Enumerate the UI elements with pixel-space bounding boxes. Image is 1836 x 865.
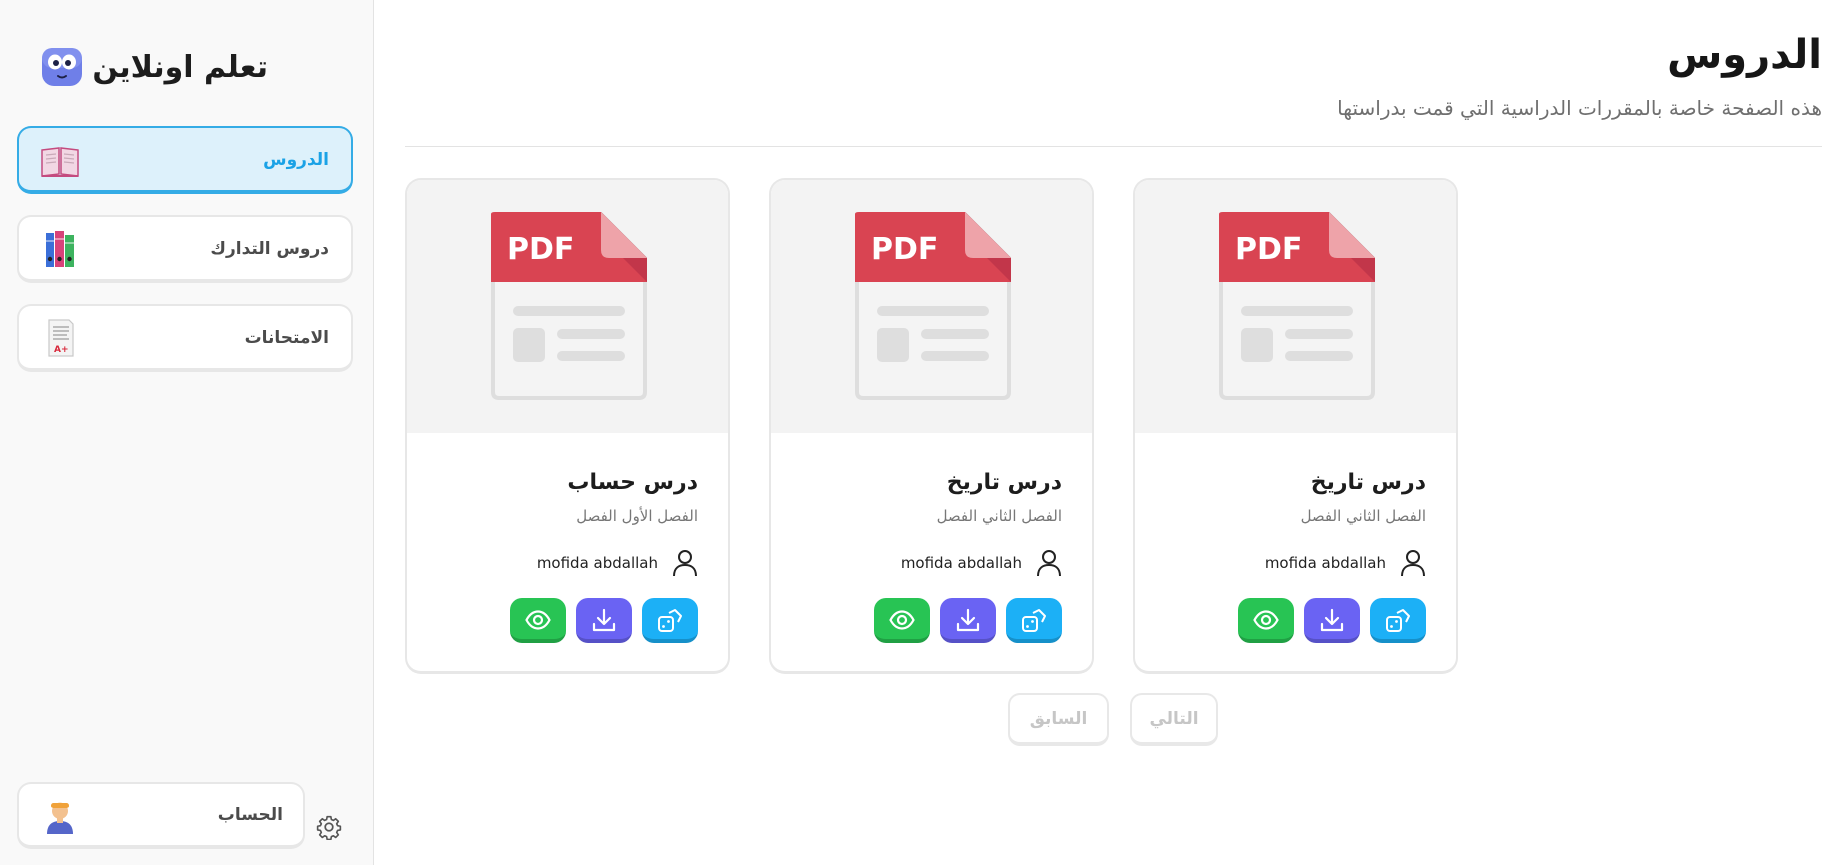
account-label: الحساب <box>217 805 283 825</box>
share-icon <box>1022 609 1046 632</box>
card-author: mofida abdallah <box>822 548 1062 578</box>
svg-text:A+: A+ <box>54 345 69 355</box>
card-actions <box>1232 598 1426 644</box>
binders-icon <box>46 231 74 267</box>
card-actions <box>504 598 698 644</box>
exam-paper-icon: A+ <box>48 319 74 357</box>
author-name: mofida abdallah <box>900 554 1022 572</box>
card-actions <box>868 598 1062 644</box>
book-icon <box>41 147 79 177</box>
eye-icon <box>889 610 915 630</box>
card-semester: الفصل الثاني الفصل <box>1300 507 1426 525</box>
sidebar-item-lessons[interactable]: الدروس <box>17 126 353 194</box>
prev-page-button[interactable]: السابق <box>1008 693 1109 746</box>
pdf-file-icon: PDF <box>855 212 1011 400</box>
card-semester: الفصل الثاني الفصل <box>936 507 1062 525</box>
sidebar: تعلم اونلاين الدروس دروس التدارك A+ الام… <box>0 0 374 865</box>
card-media: PDF <box>1135 180 1456 433</box>
share-button[interactable] <box>642 598 698 643</box>
account-button[interactable]: الحساب <box>17 782 305 849</box>
lesson-card: PDF درس حساب الفصل الأول الفصل mofida ab… <box>405 178 730 674</box>
sidebar-item-exams[interactable]: A+ الامتحانات <box>17 304 353 372</box>
share-icon <box>1386 609 1410 632</box>
download-icon <box>956 608 980 632</box>
view-button[interactable] <box>1238 598 1294 643</box>
page-subtitle: هذه الصفحة خاصة بالمقررات الدراسية التي … <box>1337 96 1822 120</box>
user-icon <box>1037 550 1061 577</box>
sidebar-item-label: دروس التدارك <box>210 239 329 259</box>
download-icon <box>592 608 616 632</box>
card-semester: الفصل الأول الفصل <box>576 507 698 525</box>
brand-title: تعلم اونلاين <box>92 50 268 85</box>
pdf-label: PDF <box>507 232 574 267</box>
lesson-card: PDF درس تاريخ الفصل الثاني الفصل mofida … <box>1133 178 1458 674</box>
share-button[interactable] <box>1006 598 1062 643</box>
gear-icon[interactable] <box>316 814 342 840</box>
page-title: الدروس <box>1667 32 1822 78</box>
user-avatar-icon <box>47 802 73 834</box>
download-button[interactable] <box>940 598 996 643</box>
view-button[interactable] <box>874 598 930 643</box>
app-root: تعلم اونلاين الدروس دروس التدارك A+ الام… <box>0 0 1836 865</box>
download-icon <box>1320 608 1344 632</box>
card-title: درس حساب <box>567 470 698 495</box>
user-icon <box>1401 550 1425 577</box>
view-button[interactable] <box>510 598 566 643</box>
card-title: درس تاريخ <box>946 470 1062 495</box>
lesson-card: PDF درس تاريخ الفصل الثاني الفصل mofida … <box>769 178 1094 674</box>
card-media: PDF <box>771 180 1092 433</box>
eye-icon <box>525 610 551 630</box>
card-media: PDF <box>407 180 728 433</box>
pdf-file-icon: PDF <box>491 212 647 400</box>
eye-icon <box>1253 610 1279 630</box>
pdf-label: PDF <box>1235 232 1302 267</box>
sidebar-item-label: الامتحانات <box>244 328 329 348</box>
share-button[interactable] <box>1370 598 1426 643</box>
pdf-file-icon: PDF <box>1219 212 1375 400</box>
sidebar-item-label: الدروس <box>263 150 329 170</box>
author-name: mofida abdallah <box>1264 554 1386 572</box>
author-name: mofida abdallah <box>536 554 658 572</box>
brand[interactable]: تعلم اونلاين <box>40 44 340 90</box>
prev-page-label: السابق <box>1029 709 1088 729</box>
download-button[interactable] <box>1304 598 1360 643</box>
next-page-button[interactable]: التالي <box>1130 693 1218 746</box>
divider <box>405 146 1822 147</box>
card-title: درس تاريخ <box>1310 470 1426 495</box>
download-button[interactable] <box>576 598 632 643</box>
next-page-label: التالي <box>1149 709 1199 729</box>
card-author: mofida abdallah <box>1186 548 1426 578</box>
user-icon <box>673 550 697 577</box>
sidebar-item-remedial-lessons[interactable]: دروس التدارك <box>17 215 353 283</box>
card-author: mofida abdallah <box>458 548 698 578</box>
pdf-label: PDF <box>871 232 938 267</box>
share-icon <box>658 609 682 632</box>
mascot-logo-icon <box>42 48 82 86</box>
